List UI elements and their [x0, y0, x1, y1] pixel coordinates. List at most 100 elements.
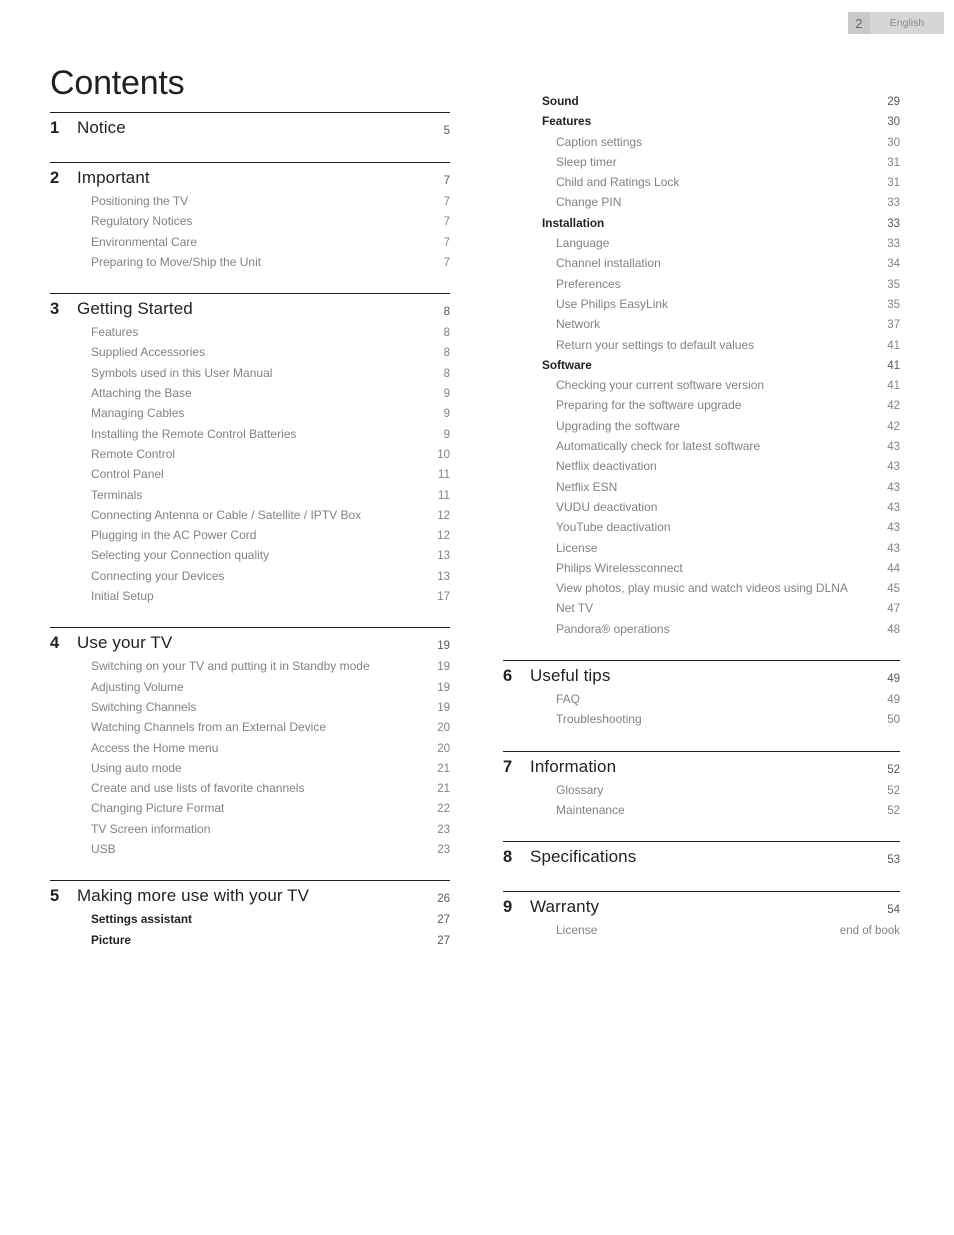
toc-entry[interactable]: Connecting your Devices 13 — [50, 567, 450, 587]
language-badge: English — [870, 12, 944, 34]
toc-entry[interactable]: Pandora® operations 48 — [503, 620, 900, 640]
toc-chapter-link[interactable]: 5 Making more use with your TV 26 — [50, 881, 450, 908]
toc-entry[interactable]: Troubleshooting 50 — [503, 710, 900, 730]
toc-entry[interactable]: Network 37 — [503, 315, 900, 335]
toc-entry[interactable]: License 43 — [503, 539, 900, 559]
toc-entry[interactable]: YouTube deactivation 43 — [503, 518, 900, 538]
toc-entry-page-number: 31 — [887, 156, 900, 169]
toc-chapter: 2 Important 7 Positioning the TV 7 Regulatory… — [50, 142, 450, 273]
toc-entry-label: Features — [91, 325, 139, 340]
toc-entry-page-number: 23 — [437, 823, 450, 836]
toc-entry[interactable]: Supplied Accessories 8 — [50, 343, 450, 363]
toc-entry[interactable]: Return your settings to default values 41 — [503, 336, 900, 356]
toc-entry[interactable]: Preparing to Move/Ship the Unit 7 — [50, 253, 450, 273]
toc-entry[interactable]: Selecting your Connection quality 13 — [50, 546, 450, 566]
toc-entry[interactable]: Preparing for the software upgrade 42 — [503, 396, 900, 416]
toc-entry[interactable]: Language 33 — [503, 234, 900, 254]
toc-entry[interactable]: Child and Ratings Lock 31 — [503, 173, 900, 193]
toc-chapter-link[interactable]: 2 Important 7 — [50, 163, 450, 190]
toc-chapter-link[interactable]: 7 Information 52 — [503, 752, 900, 779]
toc-entry[interactable]: Picture 27 — [50, 931, 450, 951]
toc-entry-page-number: 41 — [887, 380, 900, 393]
toc-chapter-link[interactable]: 4 Use your TV 19 — [50, 628, 450, 655]
toc-entry[interactable]: Regulatory Notices 7 — [50, 212, 450, 232]
toc-entry[interactable]: TV Screen information 23 — [50, 820, 450, 840]
toc-entry-page-number: 19 — [437, 681, 450, 694]
toc-entry[interactable]: View photos, play music and watch videos… — [503, 579, 900, 599]
chapter-spacer — [503, 731, 900, 751]
toc-entry[interactable]: Checking your current software version 41 — [503, 376, 900, 396]
toc-entry[interactable]: Attaching the Base 9 — [50, 384, 450, 404]
toc-chapter-link[interactable]: 6 Useful tips 49 — [503, 661, 900, 688]
toc-entry[interactable]: Positioning the TV 7 — [50, 192, 450, 212]
toc-entry[interactable]: Upgrading the software 42 — [503, 417, 900, 437]
chapter-entries: Sound 29 Features 30 Caption settings 30 Sleep… — [503, 90, 900, 640]
toc-entry[interactable]: Terminals 11 — [50, 486, 450, 506]
toc-column-right: Sound 29 Features 30 Caption settings 30 Sleep… — [503, 90, 900, 942]
toc-entry[interactable]: Caption settings 30 — [503, 133, 900, 153]
toc-entry[interactable]: Adjusting Volume 19 — [50, 678, 450, 698]
toc-entry[interactable]: Automatically check for latest software 4… — [503, 437, 900, 457]
toc-entry[interactable]: Settings assistant 27 — [50, 910, 450, 930]
chapter-number: 9 — [503, 898, 513, 917]
toc-entry-page-number: 8 — [443, 347, 450, 360]
toc-entry[interactable]: Preferences 35 — [503, 275, 900, 295]
toc-chapter: 4 Use your TV 19 Switching on your TV and p… — [50, 607, 450, 860]
toc-entry[interactable]: Create and use lists of favorite channel… — [50, 779, 450, 799]
toc-entry[interactable]: Plugging in the AC Power Cord 12 — [50, 526, 450, 546]
toc-entry-page-number: 13 — [437, 570, 450, 583]
toc-entry-label: Network — [556, 317, 601, 332]
toc-chapter-link[interactable]: 1 Notice 5 — [50, 113, 450, 140]
toc-entry-label: FAQ — [556, 692, 581, 707]
toc-chapter: 3 Getting Started 8 Features 8 Supplied Acces… — [50, 273, 450, 607]
toc-entry[interactable]: Environmental Care 7 — [50, 233, 450, 253]
toc-entry[interactable]: Features 8 — [50, 323, 450, 343]
toc-entry[interactable]: Features 30 — [503, 112, 900, 132]
toc-entry[interactable]: Connecting Antenna or Cable / Satellite … — [50, 506, 450, 526]
toc-entry[interactable]: VUDU deactivation 43 — [503, 498, 900, 518]
toc-entry[interactable]: Changing Picture Format 22 — [50, 799, 450, 819]
toc-entry[interactable]: Netflix ESN 43 — [503, 478, 900, 498]
toc-entry[interactable]: Philips Wirelessconnect 44 — [503, 559, 900, 579]
toc-entry[interactable]: FAQ 49 — [503, 690, 900, 710]
toc-entry[interactable]: Sound 29 — [503, 92, 900, 112]
toc-entry[interactable]: Control Panel 11 — [50, 465, 450, 485]
toc-entry-page-number: 35 — [887, 298, 900, 311]
toc-entry[interactable]: Access the Home menu 20 — [50, 739, 450, 759]
toc-entry[interactable]: Use Philips EasyLink 35 — [503, 295, 900, 315]
chapter-title: Warranty — [530, 897, 600, 917]
toc-entry[interactable]: Maintenance 52 — [503, 801, 900, 821]
toc-chapter-link[interactable]: 8 Specifications 53 — [503, 842, 900, 869]
header-badges: 2 English — [848, 12, 944, 34]
toc-chapter-link[interactable]: 9 Warranty 54 — [503, 892, 900, 919]
chapter-title: Specifications — [530, 847, 637, 867]
toc-entry[interactable]: Switching on your TV and putting it in S… — [50, 657, 450, 677]
toc-entry-page-number: 29 — [887, 96, 900, 108]
toc-entry[interactable]: Channel installation 34 — [503, 254, 900, 274]
toc-entry[interactable]: Initial Setup 17 — [50, 587, 450, 607]
toc-chapter-link[interactable]: 3 Getting Started 8 — [50, 294, 450, 321]
toc-entry[interactable]: Watching Channels from an External Devic… — [50, 718, 450, 738]
toc-entry-page-number: 21 — [437, 762, 450, 775]
chapter-page-number: 8 — [443, 306, 450, 319]
toc-entry[interactable]: Glossary 52 — [503, 781, 900, 801]
toc-entry[interactable]: Managing Cables 9 — [50, 404, 450, 424]
chapter-page-number: 54 — [887, 904, 900, 917]
toc-entry[interactable]: Net TV 47 — [503, 599, 900, 619]
toc-chapter: 6 Useful tips 49 FAQ 49 Troubleshooting 50 — [503, 640, 900, 731]
toc-entry[interactable]: Netflix deactivation 43 — [503, 457, 900, 477]
toc-entry-label: Watching Channels from an External Devic… — [91, 720, 326, 735]
toc-entry[interactable]: Symbols used in this User Manual 8 — [50, 364, 450, 384]
toc-entry[interactable]: Installing the Remote Control Batteries 9 — [50, 425, 450, 445]
toc-entry[interactable]: Installation 33 — [503, 214, 900, 234]
toc-entry[interactable]: License end of book — [503, 921, 900, 941]
toc-entry[interactable]: Remote Control 10 — [50, 445, 450, 465]
toc-entry[interactable]: Using auto mode 21 — [50, 759, 450, 779]
toc-entry[interactable]: Change PIN 33 — [503, 193, 900, 213]
toc-entry-page-number: 35 — [887, 278, 900, 291]
chapter-page-number: 52 — [887, 763, 900, 776]
toc-entry[interactable]: Sleep timer 31 — [503, 153, 900, 173]
toc-entry[interactable]: Switching Channels 19 — [50, 698, 450, 718]
toc-entry[interactable]: USB 23 — [50, 840, 450, 860]
toc-entry[interactable]: Software 41 — [503, 356, 900, 376]
